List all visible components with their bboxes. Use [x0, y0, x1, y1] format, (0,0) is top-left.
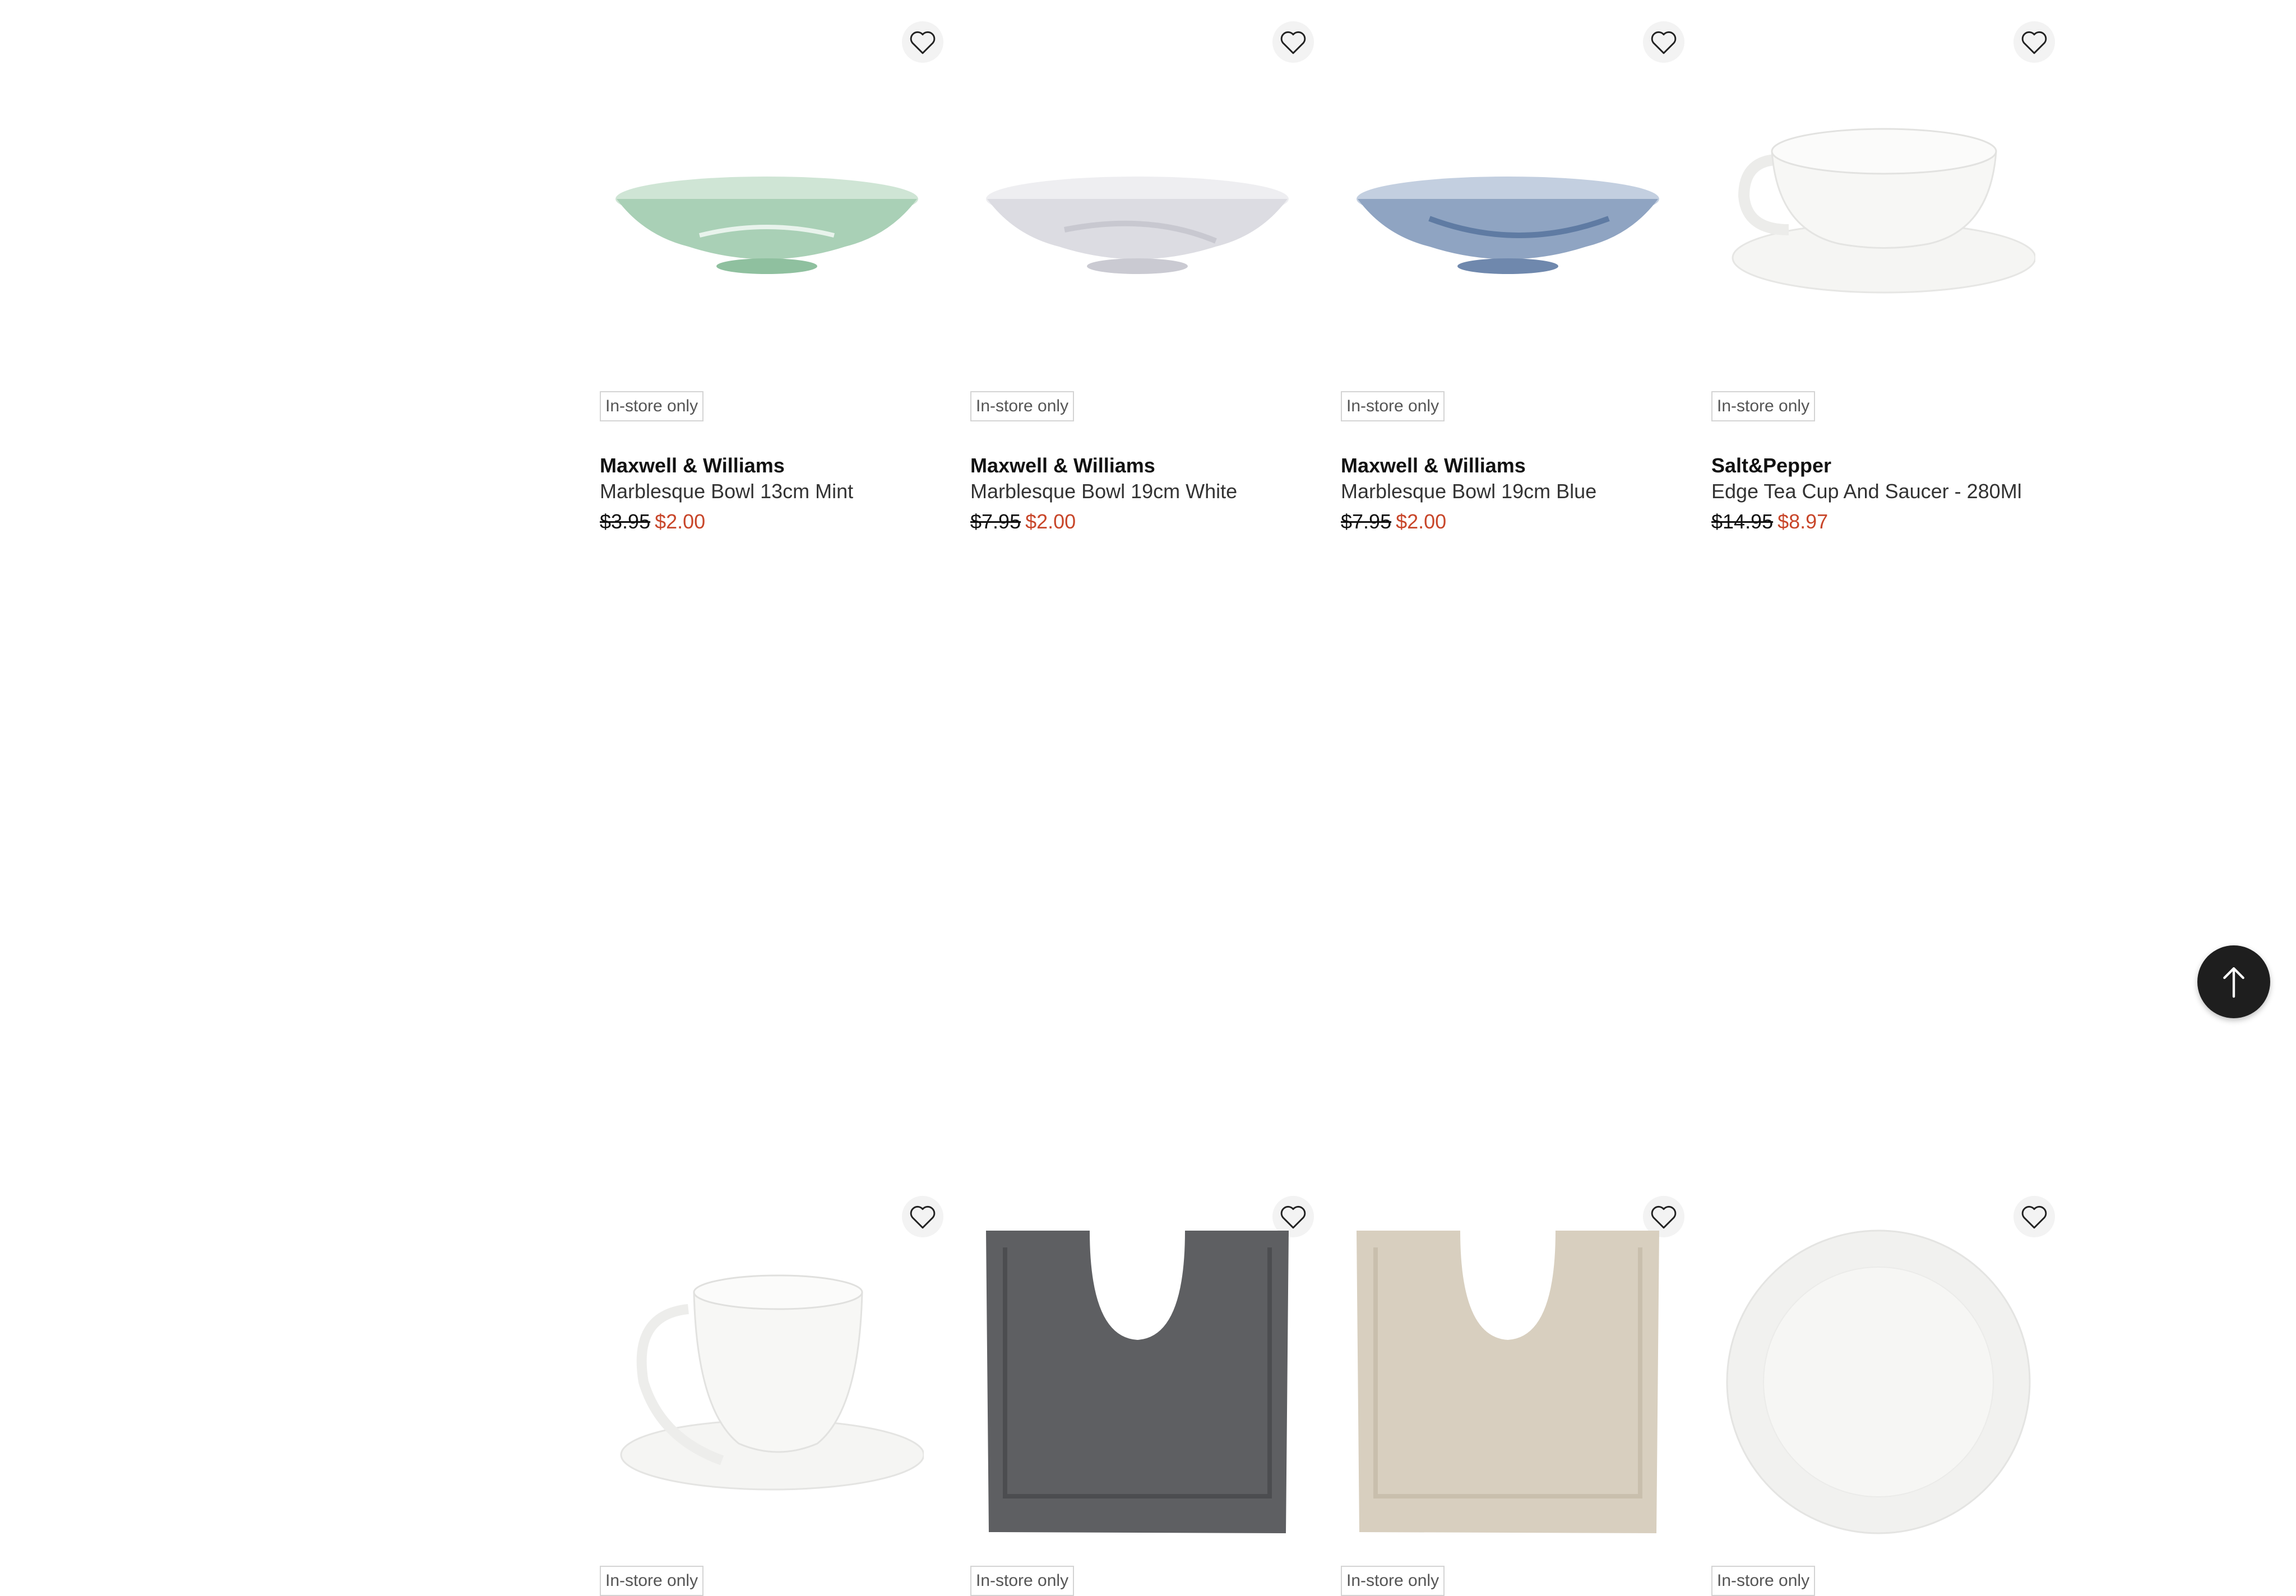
sale-price: $2.00 [1396, 510, 1447, 533]
mint-marble-bowl-image [615, 177, 918, 274]
price-block: $7.95 $2.00 [970, 510, 1076, 533]
product-card[interactable]: In-store only [600, 587, 943, 1596]
product-image[interactable] [970, 56, 1304, 359]
in-store-badge: In-store only [600, 1566, 704, 1596]
sale-price: $2.00 [1025, 510, 1076, 533]
beige-pedestal-mat-image [1356, 1231, 1659, 1533]
sale-price: $8.97 [1777, 510, 1829, 533]
product-card[interactable]: In-store only [970, 587, 1314, 1596]
product-image[interactable] [1341, 1231, 1674, 1533]
in-store-badge: In-store only [1711, 391, 1816, 421]
arrow-up-icon [2223, 967, 2244, 998]
product-brand[interactable]: Maxwell & Williams [600, 454, 785, 477]
sale-price: $2.00 [655, 510, 706, 533]
product-card[interactable]: In-store only Maxwell & Williams Marbles… [1341, 0, 1684, 587]
original-price: $7.95 [1341, 510, 1392, 533]
product-image[interactable] [1711, 56, 2045, 359]
product-image[interactable] [1341, 56, 1674, 359]
original-price: $14.95 [1711, 510, 1774, 533]
product-card[interactable]: In-store only Maxwell & Williams Marbles… [600, 0, 943, 587]
price-block: $14.95 $8.97 [1711, 510, 1828, 533]
product-name[interactable]: Marblesque Bowl 19cm Blue [1341, 480, 1596, 503]
price-block: $3.95 $2.00 [600, 510, 705, 533]
product-brand[interactable]: Maxwell & Williams [1341, 454, 1526, 477]
in-store-badge: In-store only [1711, 1566, 1816, 1596]
original-price: $3.95 [600, 510, 651, 533]
in-store-badge: In-store only [970, 1566, 1075, 1596]
original-price: $7.95 [970, 510, 1021, 533]
price-block: $7.95 $2.00 [1341, 510, 1446, 533]
product-name[interactable]: Edge Tea Cup And Saucer - 280Ml [1711, 480, 2022, 503]
product-card[interactable]: In-store only Maxwell & Williams Marbles… [970, 0, 1314, 587]
scroll-to-top-button[interactable] [2197, 945, 2270, 1018]
product-image[interactable] [970, 1231, 1304, 1533]
white-tea-cup-saucer-image [1732, 128, 2035, 294]
charcoal-pedestal-mat-image [985, 1231, 1289, 1533]
in-store-badge: In-store only [600, 391, 704, 421]
product-name[interactable]: Marblesque Bowl 13cm Mint [600, 480, 853, 503]
product-name[interactable]: Marblesque Bowl 19cm White [970, 480, 1237, 503]
product-image[interactable] [600, 56, 933, 359]
product-card[interactable]: In-store only Salt&Pepper Edge Tea Cup A… [1711, 0, 2055, 587]
product-brand[interactable]: Maxwell & Williams [970, 454, 1155, 477]
white-marble-bowl-image [985, 177, 1289, 274]
in-store-badge: In-store only [970, 391, 1075, 421]
product-brand[interactable]: Salt&Pepper [1711, 454, 1831, 477]
in-store-badge: In-store only [1341, 391, 1445, 421]
blue-marble-bowl-image [1356, 177, 1659, 274]
white-dinner-plate-image [1726, 1230, 2030, 1534]
product-image[interactable] [1711, 1230, 2045, 1534]
product-card[interactable]: In-store only [1341, 587, 1684, 1596]
product-grid: In-store only Maxwell & Williams Marbles… [600, 0, 2055, 1596]
product-image[interactable] [600, 1231, 933, 1533]
product-card[interactable]: In-store only [1711, 587, 2055, 1596]
white-espresso-cup-saucer-image [620, 1274, 924, 1491]
in-store-badge: In-store only [1341, 1566, 1445, 1596]
